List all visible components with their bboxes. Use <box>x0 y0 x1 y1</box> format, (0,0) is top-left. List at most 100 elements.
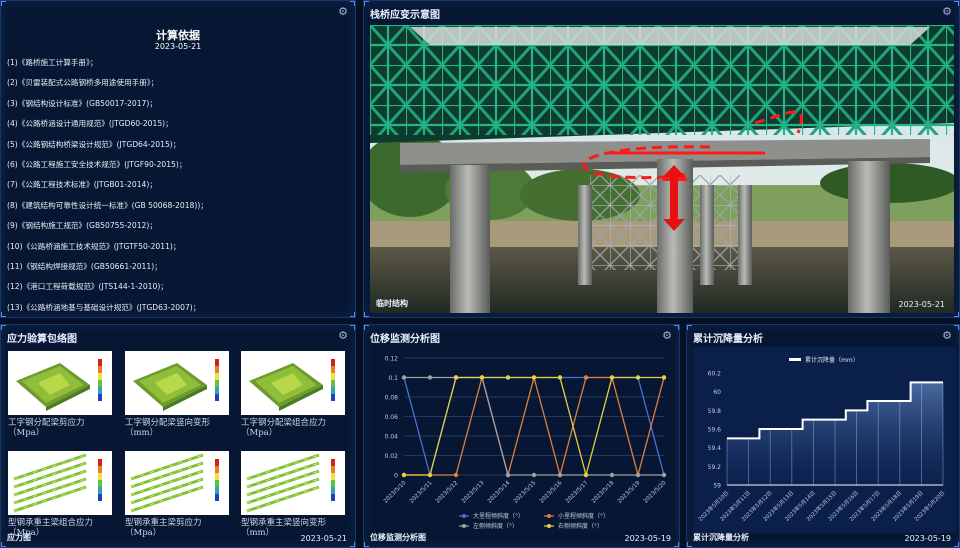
stress-caption-title: 工字钢分配梁组合应力 <box>241 418 327 428</box>
legend-label: 右侧倾斜度（°） <box>558 522 603 530</box>
data-point <box>635 472 641 478</box>
data-point <box>505 375 511 380</box>
legend-marker <box>462 524 466 528</box>
data-point <box>557 472 563 478</box>
stress-contour-image <box>241 451 345 515</box>
settings-gear-icon[interactable]: ⚙ <box>941 6 953 18</box>
settings-gear-icon[interactable]: ⚙ <box>941 330 953 342</box>
data-point <box>557 375 563 380</box>
settlement-title: 累计沉降量分析 <box>693 334 763 345</box>
legend-marker <box>547 514 551 518</box>
stress-caption-unit: （Mpa） <box>125 528 162 538</box>
stress-caption-title: 型钢承重主梁剪应力 <box>125 518 202 528</box>
data-point <box>609 472 615 478</box>
x-tick-label: 2023/5/14 <box>487 480 512 505</box>
data-point <box>505 472 511 478</box>
legend-swatch <box>789 358 801 361</box>
basis-item: (5)《公路钢结构桥梁设计规范》(JTGD64-2015)； <box>7 139 181 149</box>
basis-item: (6)《公路工程施工安全技术规范》(JTGF90-2015)； <box>7 159 187 169</box>
settlement-analysis-panel: 累计沉降量分析 ⚙ 59 59.2 59.4 59.6 59.8 60 60.2 2023年5… <box>686 324 960 548</box>
settlement-chart: 5959.259.459.659.86060.22023年5月10日2023年5… <box>693 347 955 533</box>
stress-envelope-panel: 应力验算包络图 ⚙ 工字钢分配梁剪应力 （Mpa） 工字钢分配梁竖向变形 （mm） 工字… <box>0 324 356 548</box>
y-tick-label: 0.06 <box>385 414 399 421</box>
data-point <box>583 472 589 478</box>
stress-thumbnail[interactable]: 型钢承重主梁竖向变形 （mm） <box>241 451 345 538</box>
data-point <box>401 375 407 380</box>
data-point <box>661 375 667 380</box>
stress-contour-image <box>8 351 112 415</box>
x-tick-label: 2023/5/18 <box>591 480 616 505</box>
x-tick-label: 2023/5/12 <box>435 480 460 505</box>
stress-caption-unit: （mm） <box>125 428 159 438</box>
y-tick-label: 59.4 <box>708 445 722 452</box>
settings-gear-icon[interactable]: ⚙ <box>337 330 349 342</box>
stress-contour-image <box>241 351 345 415</box>
x-tick-label: 2023/5/11 <box>409 480 434 505</box>
stress-thumbnail[interactable]: 工字钢分配梁组合应力 （Mpa） <box>241 351 345 438</box>
data-point <box>453 375 459 380</box>
stress-contour-image <box>125 351 229 415</box>
basis-item: (12)《港口工程荷载规范》(JTS144-1-2010)； <box>7 282 168 292</box>
data-point <box>427 375 433 380</box>
stress-caption-unit: （Mpa） <box>241 428 278 438</box>
y-tick-label: 0.04 <box>385 434 399 441</box>
settings-gear-icon[interactable]: ⚙ <box>337 6 349 18</box>
legend-label: 累计沉降量（mm） <box>805 356 859 364</box>
basis-item: (10)《公路桥涵施工技术规范》(JTGTF50-2011)； <box>7 241 181 251</box>
x-tick-label: 2023/5/20 <box>643 480 668 505</box>
legend-label: 左侧倾斜度（°） <box>473 522 518 530</box>
stress-thumbnail[interactable]: 型钢承重主梁剪应力 （Mpa） <box>125 451 229 538</box>
legend-label: 大里程倾斜度（°） <box>473 512 524 520</box>
data-point <box>583 375 589 380</box>
scheme-date: 2023-05-21 <box>898 300 946 309</box>
basis-item: (8)《建筑结构可靠性设计统一标准》(GB 50068-2018))； <box>7 200 208 210</box>
x-tick-label: 2023/5/13 <box>461 480 486 505</box>
displacement-monitoring-panel: 位移监测分析图 ⚙ 0 0.02 0.04 0.06 0.08 0.1 0.12 2023/5… <box>363 324 680 548</box>
y-tick-label: 60 <box>713 389 721 396</box>
data-point <box>661 472 667 478</box>
displacement-chart: 00.020.040.060.080.10.122023/5/10 2023/5/… <box>383 356 668 531</box>
basis-item: (13)《公路桥涵地基与基础设计规范》(JTGD63-2007)； <box>7 302 201 312</box>
data-point <box>453 472 459 478</box>
x-tick-label: 2023/5/10 <box>383 480 408 505</box>
scheme-footer-label: 临时结构 <box>376 299 408 308</box>
stress-title: 应力验算包络图 <box>7 334 77 345</box>
settlement-footer-label: 累计沉降量分析 <box>693 533 749 542</box>
y-tick-label: 59 <box>713 483 721 490</box>
settings-gear-icon[interactable]: ⚙ <box>661 330 673 342</box>
stress-caption-unit: （Mpa） <box>8 428 45 438</box>
data-point <box>427 472 433 478</box>
y-tick-label: 59.6 <box>708 427 722 434</box>
displacement-footer-label: 位移监测分析图 <box>370 533 426 542</box>
stress-caption-title: 型钢承重主梁竖向变形 <box>241 518 327 528</box>
stress-footer-label: 应力图 <box>7 533 31 542</box>
legend-label: 小里程倾斜度（°） <box>558 512 609 520</box>
stress-contour-image <box>125 451 229 515</box>
calculation-basis-panel: ⚙ 计算依据 2023-05-21 (1)《路桥施工计算手册》； (2)《贝雷装配… <box>0 0 356 318</box>
stress-thumbnail[interactable]: 工字钢分配梁剪应力 （Mpa） <box>8 351 112 438</box>
bridge-render-image <box>370 25 954 313</box>
x-tick-label: 2023/5/17 <box>565 480 590 505</box>
basis-item: (9)《钢结构施工规范》(GB50755-2012)； <box>7 221 157 231</box>
y-tick-label: 59.8 <box>708 408 722 415</box>
legend-marker <box>547 524 551 528</box>
stress-thumbnail[interactable]: 型钢承重主梁组合应力 （Mpa） <box>8 451 112 538</box>
stress-date: 2023-05-21 <box>300 534 348 543</box>
y-tick-label: 0.02 <box>385 453 399 460</box>
y-tick-label: 0.1 <box>388 375 398 382</box>
basis-item: (4)《公路桥涵设计通用规范》(JTGD60-2015)； <box>7 119 173 129</box>
y-tick-label: 0 <box>394 473 398 480</box>
stress-caption-title: 工字钢分配梁竖向变形 <box>125 418 211 428</box>
x-tick-label: 2023/5/19 <box>617 480 642 505</box>
basis-item: (3)《钢结构设计标准》(GB50017-2017)； <box>7 98 157 108</box>
data-point <box>531 375 537 380</box>
data-point <box>531 472 537 478</box>
stress-contour-image <box>8 451 112 515</box>
stress-thumbnail[interactable]: 工字钢分配梁竖向变形 （mm） <box>125 351 229 438</box>
settlement-date: 2023-05-19 <box>904 534 952 543</box>
basis-date: 2023-05-21 <box>154 42 202 51</box>
basis-item: (11)《钢结构焊接规范》(GB50661-2011)； <box>7 261 162 271</box>
trestle-strain-schematic-panel: 栈桥应变示意图 ⚙ 临时结构 2023-05-21 <box>363 0 960 318</box>
basis-item: (7)《公路工程技术标准》(JTGB01-2014)； <box>7 180 157 190</box>
displacement-date: 2023-05-19 <box>624 534 672 543</box>
